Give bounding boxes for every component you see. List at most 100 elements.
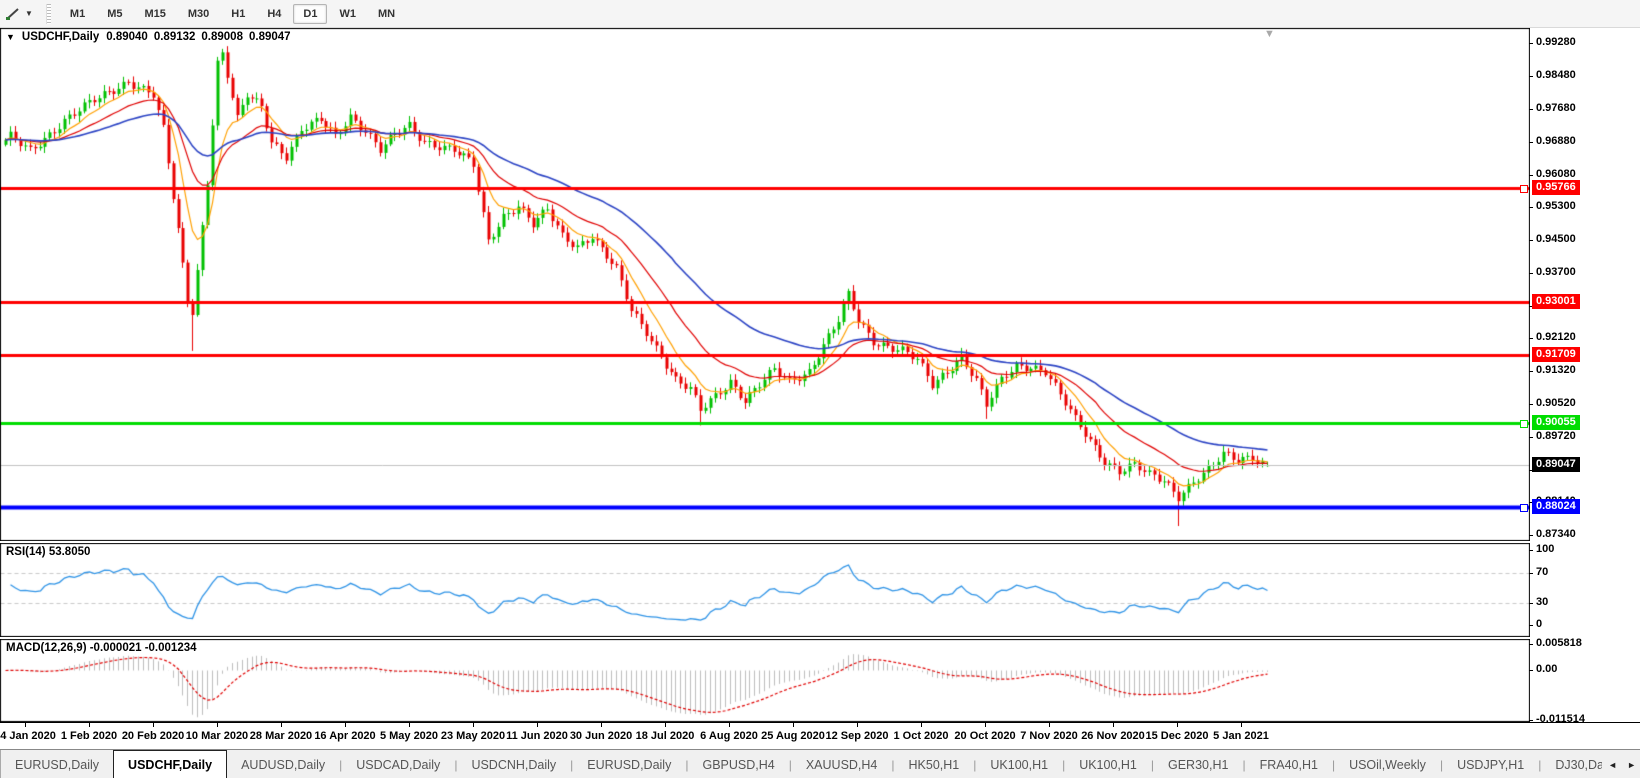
rsi-axis-tick <box>1529 603 1533 604</box>
chart-tab-eurusd-daily[interactable]: EURUSD,Daily <box>1 750 113 778</box>
current-price-badge: 0.89047 <box>1532 457 1580 472</box>
hline-drag-handle[interactable] <box>1520 420 1528 428</box>
chart-ohlc: 0.89040 0.89132 0.89008 0.89047 <box>106 31 290 43</box>
chevron-down-icon: ▼ <box>25 9 33 18</box>
rsi-axis-label: 0 <box>1536 618 1543 630</box>
rsi-indicator-pane: RSI(14) 53.8050 100 70 30 0 <box>0 543 1640 637</box>
price-axis-label: 0.96880 <box>1536 135 1576 147</box>
date-axis-tick <box>985 723 986 727</box>
price-axis-label: 0.94500 <box>1536 233 1576 245</box>
chart-tab-eurusd-daily[interactable]: EURUSD,Daily <box>573 750 685 778</box>
chart-symbol: USDCHF,Daily <box>21 31 100 43</box>
trading-platform-window: ▼ M1 M5 M15 M30 H1 H4 D1 W1 MN ▼ USDCHF,Daily 0.… <box>0 0 1640 778</box>
chart-dropdown-caret[interactable]: ▼ <box>6 32 15 42</box>
date-axis-tick <box>89 723 90 727</box>
price-axis-tick <box>1529 175 1533 176</box>
chart-tab-usoil-weekly[interactable]: USOil,Weekly <box>1335 750 1440 778</box>
price-axis-label: 0.87340 <box>1536 528 1576 540</box>
hline-price-badge: 0.88024 <box>1532 499 1580 514</box>
timeframe-button-m15[interactable]: M15 <box>134 4 175 24</box>
date-axis-label: 5 Jan 2021 <box>1213 730 1269 742</box>
ohlc-low: 0.89008 <box>201 31 243 43</box>
price-axis-label: 0.96080 <box>1536 168 1576 180</box>
timeframe-button-mn[interactable]: MN <box>368 4 405 24</box>
timeframe-button-d1[interactable]: D1 <box>293 3 328 24</box>
ohlc-high: 0.89132 <box>153 31 196 43</box>
date-axis: 14 Jan 2020 1 Feb 2020 20 Feb 2020 10 Mar 2… <box>0 722 1640 750</box>
timeframe-group: M1 M5 M15 M30 H1 H4 D1 W1 MN <box>59 3 406 24</box>
macd-axis-tick <box>1529 670 1533 671</box>
chart-tab-usdchf-daily[interactable]: USDCHF,Daily <box>113 750 228 778</box>
rsi-axis-label: 100 <box>1536 543 1555 555</box>
price-chart-canvas[interactable] <box>0 28 1530 541</box>
price-axis-tick <box>1529 371 1533 372</box>
chart-tab-fra40-h1[interactable]: FRA40,H1 <box>1246 750 1332 778</box>
timeframe-toolbar: ▼ M1 M5 M15 M30 H1 H4 D1 W1 MN <box>0 0 1640 28</box>
chart-tab-ger30-h1[interactable]: GER30,H1 <box>1154 750 1242 778</box>
chart-tab-hk50-h1[interactable]: HK50,H1 <box>895 750 974 778</box>
price-axis-label: 0.91320 <box>1536 364 1576 376</box>
price-axis-label: 0.99280 <box>1536 36 1576 48</box>
price-chart-pane: ▼ USDCHF,Daily 0.89040 0.89132 0.89008 0… <box>0 28 1640 541</box>
chart-tab-xauusd-h4[interactable]: XAUUSD,H4 <box>792 750 892 778</box>
timeframe-button-m5[interactable]: M5 <box>97 4 132 24</box>
chart-shift-triangle[interactable]: ▼ <box>1264 28 1275 40</box>
chart-tab-usdcnh-daily[interactable]: USDCNH,Daily <box>457 750 570 778</box>
date-axis-tick <box>601 723 602 727</box>
tab-scroll-left-icon[interactable]: ◄ <box>1608 760 1617 770</box>
timeframe-button-w1[interactable]: W1 <box>329 4 366 24</box>
drawing-tool-button[interactable]: ▼ <box>2 5 36 23</box>
macd-axis-tick <box>1529 720 1533 721</box>
date-axis-tick <box>345 723 346 727</box>
chart-tab-gbpusd-h4[interactable]: GBPUSD,H4 <box>688 750 788 778</box>
price-axis-tick <box>1529 240 1533 241</box>
date-axis-tick <box>1113 723 1114 727</box>
date-axis-tick <box>1049 723 1050 727</box>
chart-tab-uk100-h1[interactable]: UK100,H1 <box>1065 750 1151 778</box>
macd-axis-tick <box>1529 644 1533 645</box>
chart-title: ▼ USDCHF,Daily 0.89040 0.89132 0.89008 0… <box>6 31 291 43</box>
rsi-axis-tick <box>1529 625 1533 626</box>
rsi-axis-label: 70 <box>1536 566 1549 578</box>
price-axis-tick <box>1529 142 1533 143</box>
chart-tab-uk100-h1[interactable]: UK100,H1 <box>976 750 1062 778</box>
chart-tab-audusd-daily[interactable]: AUDUSD,Daily <box>227 750 339 778</box>
date-axis-tick <box>473 723 474 727</box>
toolbar-grip[interactable] <box>45 3 51 24</box>
price-axis-tick <box>1529 109 1533 110</box>
date-axis-tick <box>857 723 858 727</box>
price-axis-label: 0.97680 <box>1536 102 1576 114</box>
hline-drag-handle[interactable] <box>1520 185 1528 193</box>
date-axis-tick <box>729 723 730 727</box>
tab-scroll-right-icon[interactable]: ► <box>1627 760 1636 770</box>
price-axis-tick <box>1529 338 1533 339</box>
rsi-canvas[interactable] <box>0 543 1530 637</box>
price-axis-label: 0.93700 <box>1536 266 1576 278</box>
date-axis-tick <box>921 723 922 727</box>
date-axis-tick <box>537 723 538 727</box>
hline-drag-handle[interactable] <box>1520 504 1528 512</box>
hline-price-badge: 0.95766 <box>1532 180 1580 195</box>
timeframe-button-m30[interactable]: M30 <box>178 4 219 24</box>
chart-tab-usdcad-daily[interactable]: USDCAD,Daily <box>342 750 454 778</box>
timeframe-button-h1[interactable]: H1 <box>221 4 255 24</box>
date-axis-tick <box>1241 723 1242 727</box>
date-axis-tick <box>281 723 282 727</box>
rsi-label: RSI(14) 53.8050 <box>6 546 91 558</box>
chart-tab-usdjpy-h1[interactable]: USDJPY,H1 <box>1443 750 1538 778</box>
chart-tab-bar: EURUSD,Daily USDCHF,Daily AUDUSD,Daily | USD… <box>0 749 1640 778</box>
price-axis-tick <box>1529 404 1533 405</box>
price-axis-tick <box>1529 76 1533 77</box>
macd-canvas[interactable] <box>0 639 1530 722</box>
price-axis-tick <box>1529 207 1533 208</box>
timeframe-button-m1[interactable]: M1 <box>60 4 95 24</box>
price-axis-label: 0.89720 <box>1536 430 1576 442</box>
rsi-axis-label: 30 <box>1536 596 1549 608</box>
date-axis-tick <box>217 723 218 727</box>
price-axis-tick <box>1529 273 1533 274</box>
timeframe-button-h4[interactable]: H4 <box>257 4 291 24</box>
hline-price-badge: 0.93001 <box>1532 294 1580 309</box>
price-axis-label: 0.95300 <box>1536 200 1576 212</box>
price-axis-tick <box>1529 437 1533 438</box>
ohlc-close: 0.89047 <box>248 31 291 43</box>
